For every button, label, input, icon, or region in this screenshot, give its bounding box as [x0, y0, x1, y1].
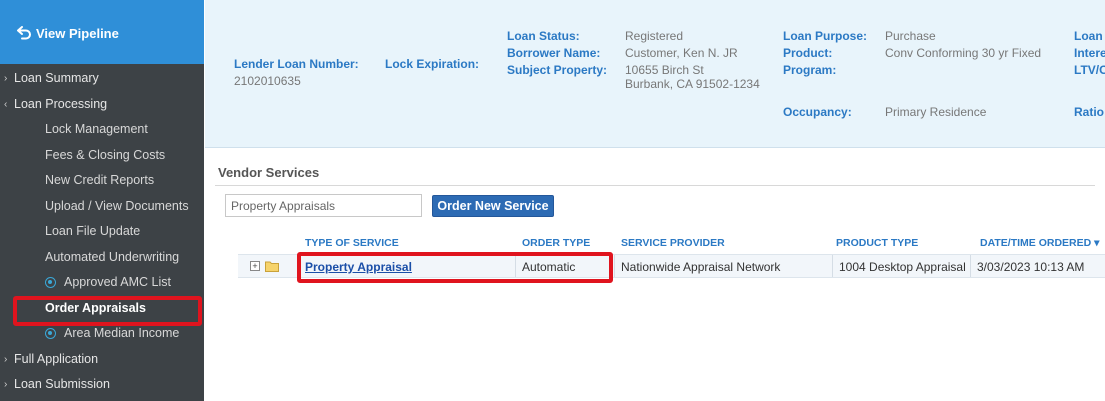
- column-header-service-provider[interactable]: SERVICE PROVIDER: [621, 237, 725, 249]
- folder-icon: [265, 261, 279, 272]
- sidebar-item-order-appraisals[interactable]: Order Appraisals: [0, 296, 204, 322]
- subject-property-label: Subject Property:: [507, 63, 608, 77]
- sidebar-item-loan-processing[interactable]: ‹ Loan Processing: [0, 92, 204, 118]
- chevron-expanded-icon: ‹: [4, 98, 8, 110]
- date-time-ordered-cell: 3/03/2023 10:13 AM: [977, 260, 1085, 274]
- column-header-order-type[interactable]: ORDER TYPE: [522, 237, 590, 249]
- order-new-service-button[interactable]: Order New Service: [432, 195, 554, 217]
- sidebar-item-label: Upload / View Documents: [45, 198, 189, 213]
- ltv-cut-label: LTV/C: [1074, 63, 1105, 77]
- column-header-date-time-ordered[interactable]: DATE/TIME ORDERED ▾: [980, 237, 1099, 249]
- circle-dot-icon: [45, 328, 56, 339]
- table-row: + Property Appraisal Automatic Nationwid…: [238, 254, 1105, 278]
- sidebar-item-label: Loan Summary: [14, 71, 99, 85]
- loan-header: Lender Loan Number: 2102010635 Lock Expi…: [205, 0, 1105, 148]
- back-arrow-icon: [17, 26, 31, 40]
- sidebar-item-label: Loan Processing: [14, 96, 108, 111]
- subject-property-line1: 10655 Birch St: [625, 63, 704, 77]
- product-label: Product:: [783, 46, 833, 60]
- cell-divider: [970, 255, 971, 277]
- divider: [215, 185, 1095, 186]
- ratio-cut-label: Ratio: [1074, 105, 1104, 119]
- sidebar-item-loan-summary[interactable]: › Loan Summary: [0, 66, 204, 92]
- loan-purpose-value: Purchase: [885, 29, 936, 43]
- loan-status-value: Registered: [625, 29, 684, 43]
- chevron-right-icon: ›: [4, 73, 8, 84]
- column-header-type-of-service[interactable]: TYPE OF SERVICE: [305, 237, 399, 249]
- subject-property-line2: Burbank, CA 91502-1234: [625, 77, 760, 91]
- interest-cut-label: Intere: [1074, 46, 1105, 60]
- sidebar-item-label: Order Appraisals: [45, 300, 146, 315]
- view-pipeline-button[interactable]: View Pipeline: [0, 0, 204, 64]
- product-value: Conv Conforming 30 yr Fixed: [885, 46, 1042, 60]
- sidebar-item-approved-amc-list[interactable]: Approved AMC List: [0, 270, 204, 296]
- sidebar-item-label: Approved AMC List: [64, 275, 171, 289]
- sidebar-item-full-application[interactable]: › Full Application: [0, 347, 204, 373]
- sidebar: View Pipeline › Loan Summary ‹ Loan Proc…: [0, 0, 204, 401]
- sidebar-item-label: Full Application: [14, 351, 99, 366]
- loan-purpose-label: Loan Purpose:: [783, 29, 868, 43]
- order-type-cell: Automatic: [522, 260, 576, 274]
- sidebar-item-area-median-income[interactable]: Area Median Income: [0, 321, 204, 347]
- product-type-cell: 1004 Desktop Appraisal: [839, 260, 966, 274]
- sidebar-item-label: Area Median Income: [64, 326, 180, 340]
- lender-loan-number-label: Lender Loan Number:: [234, 57, 359, 71]
- sidebar-item-new-credit-reports[interactable]: New Credit Reports: [0, 168, 204, 194]
- sidebar-item-fees-closing-costs[interactable]: Fees & Closing Costs: [0, 143, 204, 169]
- lender-loan-number-value: 2102010635: [234, 74, 301, 88]
- sidebar-item-loan-submission[interactable]: › Loan Submission: [0, 372, 204, 398]
- service-type-input[interactable]: [225, 194, 422, 217]
- property-appraisal-link[interactable]: Property Appraisal: [305, 260, 412, 274]
- cell-divider: [298, 255, 299, 277]
- sidebar-item-label: New Credit Reports: [45, 173, 155, 187]
- sidebar-item-label: Lock Management: [45, 122, 148, 136]
- sidebar-nav: › Loan Summary ‹ Loan Processing Lock Ma…: [0, 66, 204, 398]
- sidebar-item-automated-underwriting[interactable]: Automated Underwriting: [0, 245, 204, 271]
- chevron-right-icon: ›: [4, 353, 8, 365]
- occupancy-label: Occupancy:: [783, 105, 852, 119]
- chevron-right-icon: ›: [4, 379, 8, 390]
- sidebar-item-label: Loan Submission: [14, 377, 110, 391]
- column-header-product-type[interactable]: PRODUCT TYPE: [836, 237, 918, 249]
- sidebar-item-label: Loan File Update: [45, 224, 141, 238]
- lock-expiration-label: Lock Expiration:: [385, 57, 480, 71]
- sidebar-item-upload-view-documents[interactable]: Upload / View Documents: [0, 194, 204, 220]
- sidebar-item-label: Fees & Closing Costs: [45, 147, 166, 162]
- sidebar-item-label: Automated Underwriting: [45, 249, 180, 264]
- sidebar-item-loan-file-update[interactable]: Loan File Update: [0, 219, 204, 245]
- program-label: Program:: [783, 63, 837, 77]
- occupancy-value: Primary Residence: [885, 105, 987, 119]
- view-pipeline-label: View Pipeline: [36, 26, 119, 41]
- cell-divider: [832, 255, 833, 277]
- loan-cut-label: Loan: [1074, 29, 1103, 43]
- section-title: Vendor Services: [218, 165, 320, 180]
- circle-dot-icon: [45, 277, 56, 288]
- sidebar-item-lock-management[interactable]: Lock Management: [0, 117, 204, 143]
- expand-plus-icon[interactable]: +: [250, 261, 260, 271]
- borrower-name-label: Borrower Name:: [507, 46, 601, 60]
- borrower-name-value: Customer, Ken N. JR: [625, 46, 738, 60]
- vendor-services-panel: Vendor Services Order New Service TYPE O…: [205, 148, 1105, 401]
- cell-divider: [614, 255, 615, 277]
- service-provider-cell: Nationwide Appraisal Network: [621, 260, 781, 274]
- cell-divider: [515, 255, 516, 277]
- loan-status-label: Loan Status:: [507, 29, 580, 43]
